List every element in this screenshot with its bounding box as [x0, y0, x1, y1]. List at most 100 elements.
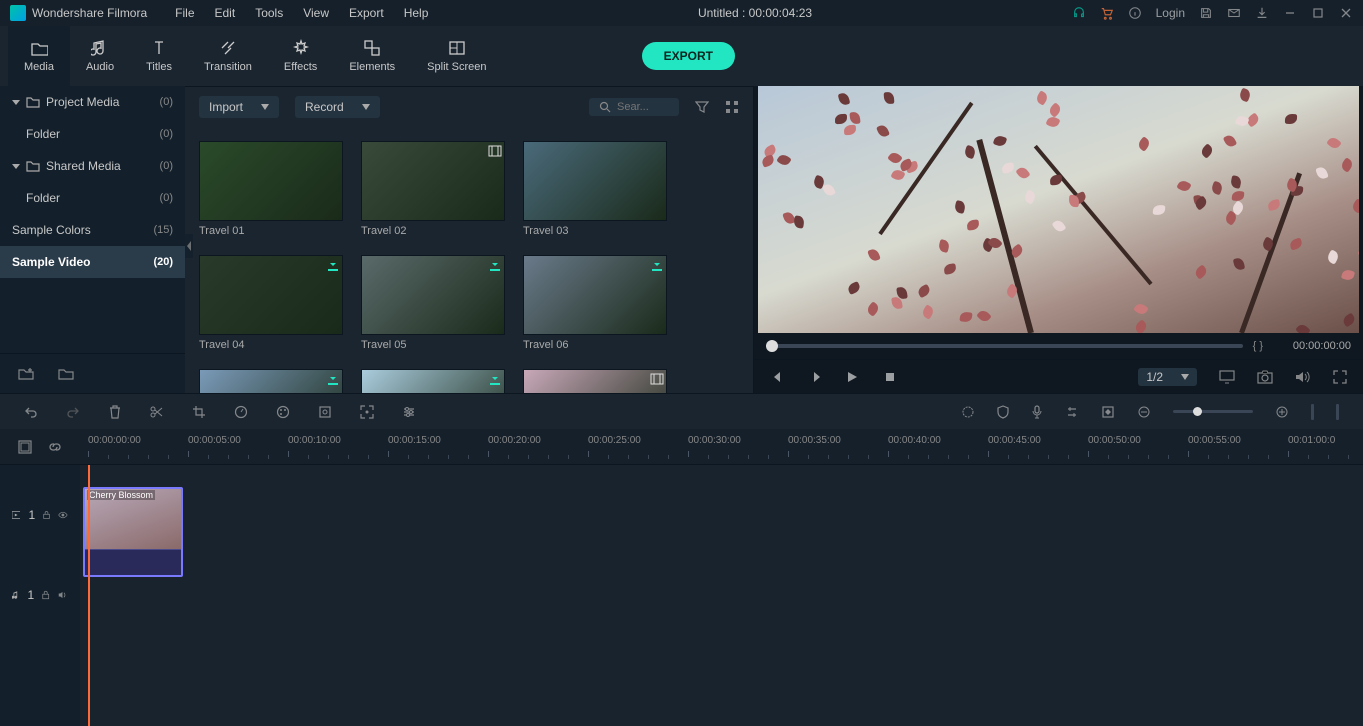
scrub-bar[interactable]	[766, 344, 1243, 348]
export-button[interactable]: EXPORT	[642, 42, 735, 70]
volume-icon[interactable]	[1295, 370, 1311, 384]
tab-split-screen[interactable]: Split Screen	[411, 26, 502, 86]
info-icon[interactable]	[1128, 6, 1142, 20]
filter-icon[interactable]	[695, 100, 709, 114]
mute-icon[interactable]	[58, 589, 68, 601]
play-icon[interactable]	[846, 371, 858, 383]
media-thumbnail[interactable]	[199, 369, 343, 393]
folder-icon[interactable]	[58, 367, 74, 381]
tab-elements[interactable]: Elements	[333, 26, 411, 86]
sidebar-item-sample-video[interactable]: Sample Video(20)	[0, 246, 185, 278]
media-thumbnail[interactable]: Travel 02	[361, 141, 505, 237]
sidebar-item-shared-media[interactable]: Shared Media(0)	[0, 150, 185, 182]
play-pause-icon[interactable]	[808, 371, 820, 383]
help-headset-icon[interactable]	[1072, 6, 1086, 20]
search-input[interactable]	[617, 101, 667, 113]
zoom-in-icon[interactable]	[1275, 405, 1289, 419]
playhead[interactable]	[88, 465, 90, 726]
menu-help[interactable]: Help	[394, 6, 439, 20]
close-icon[interactable]	[1339, 6, 1353, 20]
chevron-down-icon	[12, 162, 20, 170]
tab-audio[interactable]: Audio	[70, 26, 130, 86]
track-area[interactable]: Cherry Blossom	[80, 465, 1363, 726]
crop-icon[interactable]	[192, 405, 206, 419]
clip-thumbnail: Cherry Blossom	[85, 489, 181, 549]
sidebar-label: Folder	[26, 191, 60, 205]
save-icon[interactable]	[1199, 6, 1213, 20]
redo-icon[interactable]	[66, 405, 80, 419]
menu-view[interactable]: View	[293, 6, 339, 20]
tab-transition[interactable]: Transition	[188, 26, 268, 86]
prev-frame-icon[interactable]	[770, 371, 782, 383]
mail-icon[interactable]	[1227, 6, 1241, 20]
tab-media[interactable]: Media	[8, 26, 70, 86]
record-dropdown[interactable]: Record	[295, 96, 380, 118]
split-icon[interactable]	[150, 405, 164, 419]
stop-icon[interactable]	[884, 371, 896, 383]
sidebar-item-folder[interactable]: Folder(0)	[0, 118, 185, 150]
media-thumbnail[interactable]: Travel 04	[199, 255, 343, 351]
grid-view-icon[interactable]	[725, 100, 739, 114]
snapshot-icon[interactable]	[1257, 370, 1273, 384]
green-screen-icon[interactable]	[318, 405, 332, 419]
sidebar-count: (0)	[160, 160, 173, 172]
display-icon[interactable]	[1219, 370, 1235, 384]
quality-dropdown[interactable]: 1/2	[1138, 368, 1197, 386]
lock-icon[interactable]	[42, 589, 49, 601]
lock-icon[interactable]	[43, 509, 50, 521]
color-icon[interactable]	[276, 405, 290, 419]
sidebar-label: Sample Colors	[12, 223, 91, 237]
minimize-icon[interactable]	[1283, 6, 1297, 20]
media-thumbnail[interactable]: Travel 06	[523, 255, 667, 351]
speed-icon[interactable]	[234, 405, 248, 419]
media-thumbnail[interactable]	[361, 369, 505, 393]
menu-edit[interactable]: Edit	[205, 6, 246, 20]
undo-icon[interactable]	[24, 405, 38, 419]
preview-viewport[interactable]	[758, 86, 1359, 333]
media-thumbnail[interactable]	[523, 369, 667, 393]
link-icon[interactable]	[48, 440, 62, 454]
sidebar-collapse-handle[interactable]	[185, 234, 193, 258]
audio-mixer-icon[interactable]	[1065, 405, 1079, 419]
scrub-handle[interactable]	[766, 340, 778, 352]
search-box[interactable]	[589, 98, 679, 116]
login-button[interactable]: Login	[1156, 6, 1185, 20]
media-thumbnail[interactable]: Travel 05	[361, 255, 505, 351]
sidebar-item-project-media[interactable]: Project Media(0)	[0, 86, 185, 118]
voiceover-icon[interactable]	[1031, 405, 1043, 419]
tab-titles[interactable]: Titles	[130, 26, 188, 86]
delete-icon[interactable]	[108, 405, 122, 419]
zoom-handle[interactable]	[1193, 407, 1202, 416]
menu-tools[interactable]: Tools	[245, 6, 293, 20]
download-icon[interactable]	[1255, 6, 1269, 20]
markers-display: { }	[1253, 340, 1263, 352]
keyframe-icon[interactable]	[1101, 405, 1115, 419]
visibility-icon[interactable]	[58, 510, 68, 520]
cart-icon[interactable]	[1100, 6, 1114, 20]
tab-effects[interactable]: Effects	[268, 26, 333, 86]
render-icon[interactable]	[961, 405, 975, 419]
adjust-icon[interactable]	[402, 405, 416, 419]
media-grid: Travel 01Travel 02Travel 03Travel 04Trav…	[185, 127, 753, 393]
timeline-clip[interactable]: Cherry Blossom	[83, 487, 183, 577]
import-dropdown[interactable]: Import	[199, 96, 279, 118]
timeline-ruler[interactable]: 00:00:00:0000:00:05:0000:00:10:0000:00:1…	[80, 429, 1363, 464]
timeline-options-icon[interactable]	[18, 440, 32, 454]
fullscreen-icon[interactable]	[1333, 370, 1347, 384]
zoom-slider[interactable]	[1173, 410, 1253, 413]
new-folder-icon[interactable]	[18, 367, 34, 381]
app-logo-icon	[10, 5, 26, 21]
sidebar-item-sample-colors[interactable]: Sample Colors(15)	[0, 214, 185, 246]
sidebar-item-folder[interactable]: Folder(0)	[0, 182, 185, 214]
media-thumbnail[interactable]: Travel 01	[199, 141, 343, 237]
motion-tracking-icon[interactable]	[360, 405, 374, 419]
menu-export[interactable]: Export	[339, 6, 394, 20]
thumbnail-image	[199, 141, 343, 221]
media-thumbnail[interactable]: Travel 03	[523, 141, 667, 237]
menu-file[interactable]: File	[165, 6, 204, 20]
zoom-out-icon[interactable]	[1137, 405, 1151, 419]
maximize-icon[interactable]	[1311, 6, 1325, 20]
track-labels: 1 1	[0, 465, 80, 726]
marker-icon[interactable]	[997, 405, 1009, 419]
thumbnail-label: Travel 01	[199, 225, 343, 237]
